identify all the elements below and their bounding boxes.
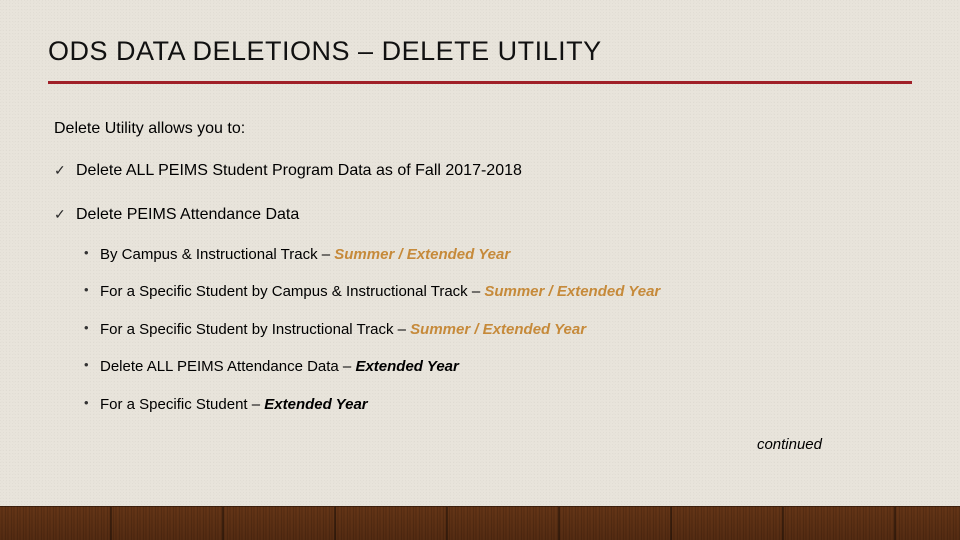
check-list: Delete ALL PEIMS Student Program Data as…	[54, 160, 912, 414]
sub-item-emph: Extended Year	[264, 396, 367, 413]
sub-item: For a Specific Student by Instructional …	[76, 320, 912, 340]
check-item-text: Delete ALL PEIMS Student Program Data as…	[76, 162, 522, 179]
sub-item: For a Specific Student – Extended Year	[76, 395, 912, 415]
intro-text: Delete Utility allows you to:	[54, 120, 912, 138]
title-rule	[48, 81, 912, 84]
sub-item-emph: Summer / Extended Year	[410, 321, 586, 338]
sub-item-prefix: For a Specific Student –	[100, 396, 264, 413]
sub-item-emph: Summer / Extended Year	[484, 283, 660, 300]
check-item-text: Delete PEIMS Attendance Data	[76, 206, 299, 223]
slide-title: ODS DATA DELETIONS – DELETE UTILITY	[48, 36, 912, 67]
sub-item-emph: Extended Year	[355, 358, 458, 375]
check-item: Delete ALL PEIMS Student Program Data as…	[54, 160, 912, 182]
sub-item-emph: Summer / Extended Year	[334, 246, 510, 263]
sub-item: By Campus & Instructional Track – Summer…	[76, 245, 912, 265]
check-item: Delete PEIMS Attendance Data By Campus &…	[54, 204, 912, 414]
sub-item: For a Specific Student by Campus & Instr…	[76, 282, 912, 302]
continued-label: continued	[48, 436, 912, 453]
sub-item-prefix: By Campus & Instructional Track –	[100, 246, 334, 263]
sub-item-prefix: Delete ALL PEIMS Attendance Data –	[100, 358, 355, 375]
wood-floor-decoration	[0, 506, 960, 540]
sub-item-prefix: For a Specific Student by Instructional …	[100, 321, 410, 338]
sub-list: By Campus & Instructional Track – Summer…	[76, 245, 912, 415]
sub-item: Delete ALL PEIMS Attendance Data – Exten…	[76, 357, 912, 377]
sub-item-prefix: For a Specific Student by Campus & Instr…	[100, 283, 484, 300]
